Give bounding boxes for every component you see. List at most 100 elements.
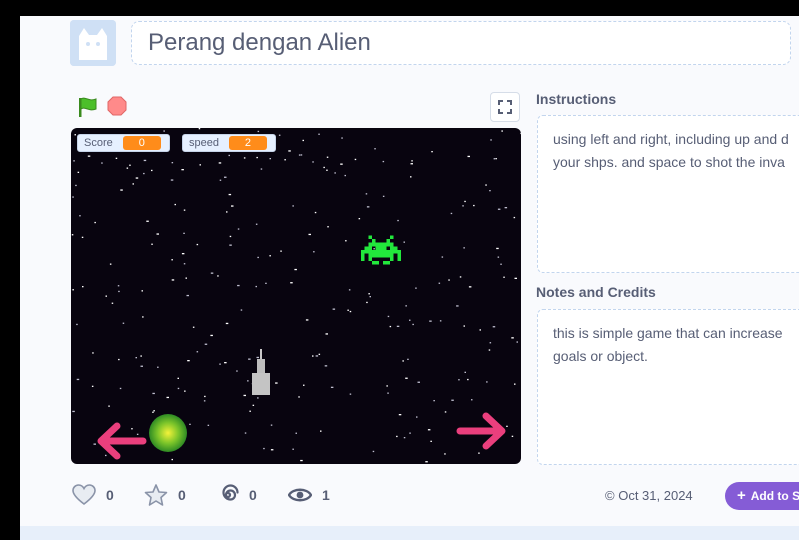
- star: [471, 399, 473, 401]
- add-to-studio-button[interactable]: + Add to S: [725, 482, 799, 510]
- right-arrow-button[interactable]: [456, 408, 512, 454]
- favorite-count: 0: [178, 487, 186, 503]
- star: [76, 378, 80, 381]
- star: [324, 365, 328, 367]
- notes-line: goals or object.: [553, 348, 648, 364]
- left-arrow-button[interactable]: [91, 418, 147, 464]
- star: [473, 204, 475, 207]
- speed-value: 2: [228, 136, 267, 150]
- star: [129, 164, 131, 166]
- star: [492, 326, 496, 328]
- fullscreen-button[interactable]: [490, 92, 520, 122]
- star: [270, 449, 274, 451]
- star: [256, 156, 258, 159]
- instructions-textarea[interactable]: using left and right, including up and d…: [537, 115, 799, 273]
- remix-icon: [222, 484, 239, 501]
- star: [366, 301, 368, 304]
- project-page: Perang dengan Alien Score 0 speed 2 Inst…: [20, 16, 799, 540]
- instructions-heading: Instructions: [536, 91, 617, 107]
- star: [120, 189, 123, 191]
- star: [115, 157, 118, 159]
- star: [438, 282, 441, 284]
- star: [72, 410, 75, 413]
- star: [174, 203, 176, 206]
- star: [365, 193, 368, 195]
- star: [203, 400, 206, 402]
- star: [275, 382, 278, 384]
- star: [425, 461, 428, 463]
- star: [396, 435, 398, 438]
- star: [166, 396, 169, 399]
- remix-count: 0: [249, 487, 257, 503]
- star: [181, 169, 184, 171]
- star: [199, 164, 201, 166]
- star: [142, 316, 144, 318]
- star: [349, 310, 352, 313]
- player-ship-icon: [252, 349, 270, 395]
- star: [410, 176, 412, 178]
- shared-date-text: Oct 31, 2024: [618, 488, 693, 503]
- add-to-studio-label: Add to S: [750, 489, 799, 503]
- star: [332, 308, 336, 310]
- star: [255, 285, 257, 288]
- score-label: Score: [84, 137, 113, 149]
- star: [312, 355, 314, 357]
- project-title-input[interactable]: Perang dengan Alien: [131, 21, 791, 65]
- star: [152, 392, 155, 395]
- star: [314, 211, 317, 214]
- fire-button[interactable]: [147, 412, 189, 454]
- star: [349, 393, 352, 395]
- star: [151, 169, 153, 172]
- notes-textarea[interactable]: this is simple game that can increase go…: [537, 309, 799, 465]
- star: [146, 220, 149, 222]
- star: [278, 134, 281, 136]
- star: [387, 392, 389, 394]
- star: [72, 196, 74, 198]
- star: [398, 414, 402, 416]
- star: [135, 177, 139, 179]
- stop-sign-icon[interactable]: [107, 96, 127, 116]
- green-flag-icon[interactable]: [77, 96, 99, 118]
- user-avatar[interactable]: [70, 20, 116, 66]
- favorite-stat[interactable]: 0: [144, 484, 186, 506]
- star: [265, 282, 267, 284]
- star: [444, 411, 447, 413]
- star: [79, 215, 81, 217]
- star: [303, 384, 305, 386]
- star: [490, 139, 492, 141]
- star: [300, 459, 303, 462]
- star: [217, 275, 219, 277]
- love-stat[interactable]: 0: [72, 484, 114, 506]
- star: [141, 290, 143, 292]
- star: [257, 130, 260, 133]
- star: [312, 161, 314, 163]
- star: [431, 151, 433, 153]
- star: [71, 234, 74, 236]
- star: [140, 365, 143, 367]
- star: [143, 159, 147, 162]
- star: [463, 325, 465, 327]
- star: [405, 305, 407, 307]
- star: [341, 137, 343, 139]
- star: [389, 325, 392, 328]
- game-stage[interactable]: Score 0 speed 2: [71, 128, 521, 464]
- star: [187, 360, 190, 362]
- star: [318, 353, 321, 355]
- star: [82, 286, 84, 288]
- star: [467, 378, 469, 381]
- star: [81, 236, 84, 238]
- star: [504, 207, 508, 209]
- star: [520, 132, 521, 135]
- cat-avatar-icon: [70, 20, 116, 66]
- star: [298, 396, 300, 398]
- star: [225, 322, 229, 325]
- star: [514, 277, 517, 279]
- star: [132, 183, 134, 185]
- star: [247, 380, 249, 382]
- star: [288, 150, 291, 152]
- star: [405, 377, 408, 379]
- star: [77, 171, 80, 173]
- star: [186, 294, 189, 297]
- star: [340, 163, 343, 165]
- instructions-line: your shps. and space to shot the inva: [553, 154, 785, 170]
